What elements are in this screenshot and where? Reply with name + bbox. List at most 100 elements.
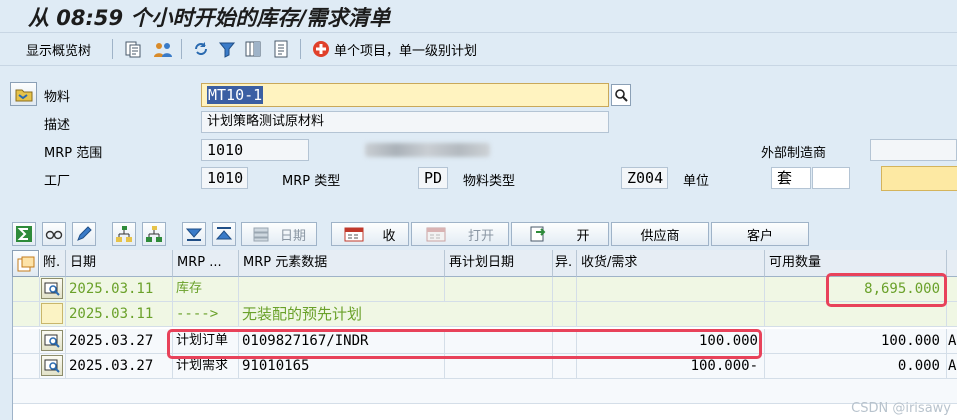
customer-button[interactable]: 客户 (711, 222, 809, 246)
calendar-disabled-icon (426, 227, 446, 242)
available-qty-cell: 0.000 (765, 354, 947, 379)
row-marker-cell (13, 277, 40, 302)
empty-row (13, 379, 957, 404)
table-row[interactable]: 2025.03.11 ----> 无装配的预先计划 (13, 302, 957, 327)
detail-icon[interactable] (41, 330, 63, 351)
window-title: 从 08:59 个小时开始的库存/需求清单 (28, 6, 391, 30)
row-marker-cell (13, 354, 40, 379)
col-header-mrp-element[interactable]: MRP ... (173, 250, 239, 277)
sum-button[interactable] (12, 222, 36, 246)
single-item-planning-button[interactable]: 单个项目，单一级别计划 (334, 40, 477, 59)
mrp-element-data-cell (239, 277, 445, 302)
col-header-attachment[interactable]: 附. (40, 250, 66, 277)
mrp-element-cell: ----> (173, 302, 239, 327)
header-toggle-button[interactable] (10, 82, 37, 106)
tree-collapse-icon (146, 226, 162, 242)
watermark: CSDN @irisawy (851, 401, 951, 416)
folder-icon (15, 89, 32, 102)
receipt-button[interactable]: 收 (331, 222, 409, 246)
application-toolbar: 显示概览树 单个项目，单一级别计划 (0, 32, 957, 66)
open2-button[interactable]: 开 (511, 222, 609, 246)
material-type-field: Z004 (621, 167, 668, 189)
date-cell: 2025.03.27 (66, 329, 173, 354)
sort-down-icon (185, 228, 203, 241)
row-detail-cell[interactable] (40, 329, 66, 354)
tree-expand-icon (116, 226, 132, 242)
reschedule-date-cell (445, 302, 553, 327)
people-icon[interactable] (153, 39, 173, 59)
customer-button-label: 客户 (746, 228, 773, 244)
mrp-element-data-cell: 无装配的预先计划 (239, 302, 445, 327)
yellow-indicator-field (881, 166, 957, 191)
overflow-cell (947, 277, 957, 302)
toolbar-separator (300, 39, 301, 59)
description-label: 描述 (44, 118, 71, 133)
row-marker-cell (13, 302, 40, 327)
description-field: 计划策略测试原材料 (201, 111, 609, 133)
glasses-button[interactable] (42, 222, 66, 246)
planned-order-highlight (167, 329, 762, 359)
layout-button[interactable] (12, 250, 39, 277)
overview-tree-button[interactable]: 显示概览树 (26, 40, 91, 59)
unit-extra-field (812, 167, 850, 189)
reschedule-date-cell (445, 277, 553, 302)
edit-button[interactable] (72, 222, 96, 246)
open-button-label: 打开 (467, 228, 494, 244)
external-manufacturer-label: 外部制造商 (761, 146, 827, 161)
material-search-button[interactable] (611, 84, 631, 106)
sort-ascending-button[interactable] (212, 222, 236, 246)
refresh-icon[interactable] (191, 39, 211, 59)
receipt-qty-cell (577, 302, 765, 327)
filter-icon[interactable] (217, 39, 237, 59)
column-settings-icon[interactable] (243, 39, 263, 59)
external-manufacturer-field (870, 139, 957, 161)
title-bar: 从 08:59 个小时开始的库存/需求清单 (0, 0, 957, 31)
overflow-cell: A (947, 329, 957, 354)
redacted-area (365, 143, 490, 157)
collapse-button[interactable] (142, 222, 166, 246)
vendor-button[interactable]: 供应商 (611, 222, 709, 246)
date-button[interactable]: 日期 (241, 222, 317, 246)
col-header-reschedule-date[interactable]: 再计划日期 (445, 250, 553, 277)
row-marker-cell (13, 329, 40, 354)
detail-icon[interactable] (41, 355, 63, 376)
copy-doc-icon[interactable] (123, 39, 143, 59)
col-header-receipt-requirement[interactable]: 收货/需求 (577, 250, 765, 277)
sort-up-icon (215, 227, 233, 240)
open2-button-label: 开 (576, 228, 590, 244)
toolbar-separator (112, 39, 113, 59)
material-type-label: 物料类型 (463, 174, 516, 189)
date-cell: 2025.03.27 (66, 354, 173, 379)
empty-cell (13, 379, 957, 404)
material-input[interactable]: MT10-1 (201, 83, 609, 107)
mrp-area-field: 1010 (201, 139, 309, 161)
row-detail-cell[interactable] (40, 302, 66, 327)
col-header-mrp-element-data[interactable]: MRP 元素数据 (239, 250, 445, 277)
plant-label: 工厂 (44, 174, 71, 189)
table-row[interactable]: 2025.03.11 库存 8,695.000 (13, 277, 957, 302)
unit-field: 套 (771, 167, 811, 189)
glasses-icon (45, 230, 63, 240)
open-button[interactable]: 打开 (411, 222, 509, 246)
date-cell: 2025.03.11 (66, 277, 173, 302)
stack-icon (253, 227, 269, 242)
single-item-planning-icon[interactable] (311, 39, 331, 59)
mrp-type-field: PD (418, 167, 448, 189)
plant-field: 1010 (201, 167, 248, 189)
row-detail-cell[interactable] (40, 277, 66, 302)
detail-icon[interactable] (41, 278, 63, 299)
available-qty-cell: 100.000 (765, 329, 947, 354)
vendor-button-label: 供应商 (640, 228, 680, 244)
col-header-exception[interactable]: 异. (553, 250, 577, 277)
row-detail-cell[interactable] (40, 354, 66, 379)
expand-button[interactable] (112, 222, 136, 246)
col-header-date[interactable]: 日期 (66, 250, 173, 277)
sort-descending-button[interactable] (182, 222, 206, 246)
calendar-icon (344, 227, 364, 242)
overflow-cell (947, 302, 957, 327)
receipt-qty-cell (577, 277, 765, 302)
exception-cell (553, 302, 577, 327)
page-icon[interactable] (271, 39, 291, 59)
blank-detail-icon[interactable] (41, 303, 63, 324)
exception-cell (553, 277, 577, 302)
